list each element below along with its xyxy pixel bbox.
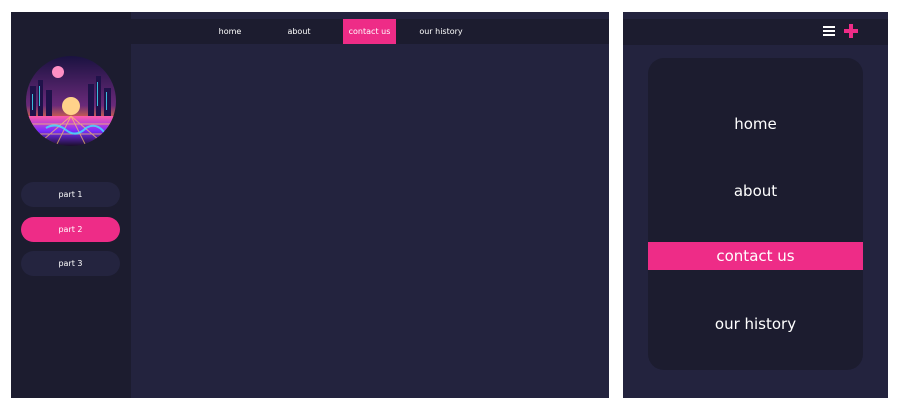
mobile-menu-contact-us[interactable]: contact us bbox=[648, 242, 863, 270]
plus-icon[interactable] bbox=[843, 23, 859, 39]
mobile-topbar bbox=[623, 19, 888, 45]
main-content bbox=[131, 44, 609, 398]
mobile-menu: home about contact us our history bbox=[648, 58, 863, 370]
nav-contact-us[interactable]: contact us bbox=[343, 19, 396, 44]
sidebar: part 1 part 2 part 3 bbox=[11, 12, 131, 398]
nav-about[interactable]: about bbox=[281, 19, 317, 44]
nav-our-history[interactable]: our history bbox=[414, 19, 468, 44]
mobile-view: home about contact us our history bbox=[623, 12, 888, 398]
avatar bbox=[26, 56, 116, 146]
desktop-view: part 1 part 2 part 3 home about contact … bbox=[11, 12, 609, 398]
mobile-menu-about[interactable]: about bbox=[648, 177, 863, 205]
part-1-button[interactable]: part 1 bbox=[21, 182, 120, 207]
part-3-button[interactable]: part 3 bbox=[21, 251, 120, 276]
nav-home[interactable]: home bbox=[210, 19, 250, 44]
top-navigation: home about contact us our history bbox=[131, 19, 609, 44]
mobile-menu-home[interactable]: home bbox=[648, 110, 863, 138]
hamburger-menu-icon[interactable] bbox=[822, 23, 836, 39]
mobile-menu-our-history[interactable]: our history bbox=[648, 310, 863, 338]
part-2-button[interactable]: part 2 bbox=[21, 217, 120, 242]
